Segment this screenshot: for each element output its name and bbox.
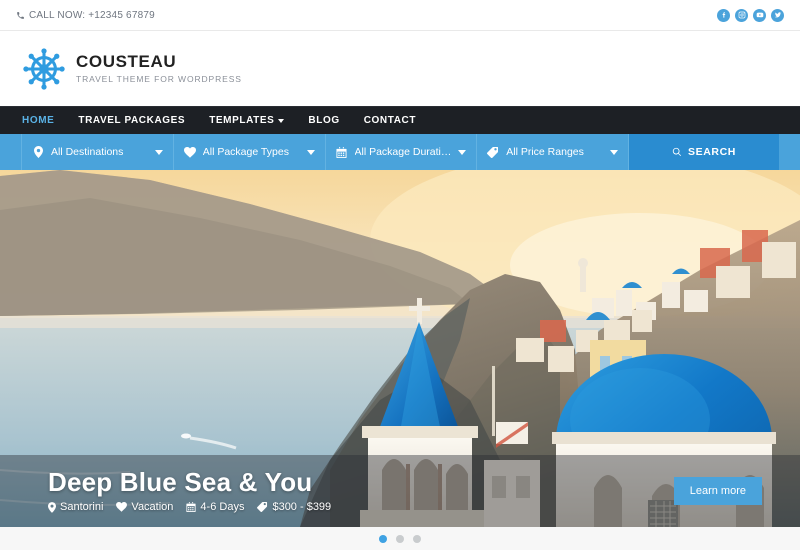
hero-caption-text: Deep Blue Sea & You Santorini Vacation 4…	[48, 466, 331, 513]
hero-title: Deep Blue Sea & You	[48, 466, 313, 497]
heart-icon	[183, 146, 196, 158]
filter-destinations[interactable]: All Destinations	[21, 134, 174, 170]
hero-meta-list: Santorini Vacation 4-6 Days $300 - $399	[48, 501, 331, 513]
map-pin-icon	[32, 146, 44, 158]
nav-item-label: HOME	[22, 115, 55, 126]
hero-caption: Deep Blue Sea & You Santorini Vacation 4…	[0, 455, 800, 527]
nav-item-label: BLOG	[308, 115, 340, 126]
top-bar: CALL NOW: +12345 67879	[0, 0, 800, 31]
search-button-label: SEARCH	[688, 146, 736, 158]
call-now-block: CALL NOW: +12345 67879	[16, 10, 155, 21]
filter-package-durations-value: All Package Durations	[354, 146, 453, 158]
hero-meta-destination: Santorini	[48, 501, 103, 513]
search-button[interactable]: SEARCH	[629, 134, 779, 170]
filter-package-types[interactable]: All Package Types	[174, 134, 326, 170]
hero-meta-duration: 4-6 Days	[186, 501, 244, 513]
map-pin-icon	[48, 501, 56, 513]
call-now-text: CALL NOW: +12345 67879	[29, 9, 155, 21]
chevron-down-icon	[306, 149, 315, 155]
hero-meta-type: Vacation	[116, 501, 173, 513]
nav-item-templates[interactable]: TEMPLATES	[209, 115, 285, 126]
hero-meta-destination-text: Santorini	[60, 501, 104, 514]
search-filter-bar: All Destinations All Package Types All P…	[0, 134, 800, 170]
instagram-icon[interactable]	[735, 8, 748, 22]
slider-dot-1[interactable]	[379, 534, 387, 543]
nav-item-label: CONTACT	[363, 115, 417, 126]
learn-more-button[interactable]: Learn more	[673, 477, 762, 505]
youtube-icon[interactable]	[753, 8, 766, 22]
hero-meta-price: $300 - $399	[257, 501, 331, 513]
filter-price-ranges-value: All Price Ranges	[506, 146, 584, 158]
search-icon	[672, 147, 682, 157]
chevron-down-icon	[610, 149, 618, 155]
calendar-icon	[186, 502, 197, 513]
filter-destinations-value: All Destinations	[51, 146, 124, 158]
filter-package-types-value: All Package Types	[202, 146, 289, 158]
phone-icon	[16, 11, 25, 20]
brand-name: COUSTEAU	[76, 51, 177, 71]
chevron-down-icon	[154, 149, 163, 155]
nav-item-label: TEMPLATES	[209, 115, 275, 126]
twitter-icon[interactable]	[771, 8, 784, 22]
heart-icon	[116, 502, 128, 512]
ship-wheel-icon[interactable]	[22, 47, 66, 91]
hero-meta-duration-text: 4-6 Days	[200, 501, 245, 514]
chevron-down-icon	[278, 118, 285, 123]
chevron-down-icon	[458, 149, 467, 155]
tag-icon	[257, 502, 268, 513]
slider-pagination	[0, 527, 800, 550]
facebook-icon[interactable]	[717, 8, 730, 22]
hero-slider[interactable]: Deep Blue Sea & You Santorini Vacation 4…	[0, 170, 800, 527]
nav-item-label: TRAVEL PACKAGES	[78, 115, 186, 126]
nav-item-home[interactable]: HOME	[22, 115, 54, 126]
page-root: CALL NOW: +12345 67879 COUSTEAU TRAVEL T…	[0, 0, 800, 553]
tag-icon	[487, 146, 499, 158]
slider-dot-3[interactable]	[413, 534, 421, 543]
calendar-icon	[336, 146, 348, 158]
nav-item-travel-packages[interactable]: TRAVEL PACKAGES	[78, 115, 185, 126]
hero-meta-price-text: $300 - $399	[272, 501, 332, 514]
brand-tagline: TRAVEL THEME FOR WORDPRESS	[76, 74, 242, 85]
nav-item-contact[interactable]: CONTACT	[364, 115, 416, 126]
nav-item-blog[interactable]: BLOG	[308, 115, 339, 126]
hero-meta-type-text: Vacation	[131, 501, 174, 514]
slider-dot-2[interactable]	[396, 534, 404, 543]
social-links	[717, 8, 784, 22]
filter-price-ranges[interactable]: All Price Ranges	[477, 134, 629, 170]
brand-text-block: COUSTEAU TRAVEL THEME FOR WORDPRESS	[76, 51, 242, 85]
main-navigation: HOME TRAVEL PACKAGES TEMPLATES BLOG CONT…	[0, 106, 800, 134]
filter-package-durations[interactable]: All Package Durations	[326, 134, 478, 170]
header-branding: COUSTEAU TRAVEL THEME FOR WORDPRESS	[0, 31, 800, 106]
